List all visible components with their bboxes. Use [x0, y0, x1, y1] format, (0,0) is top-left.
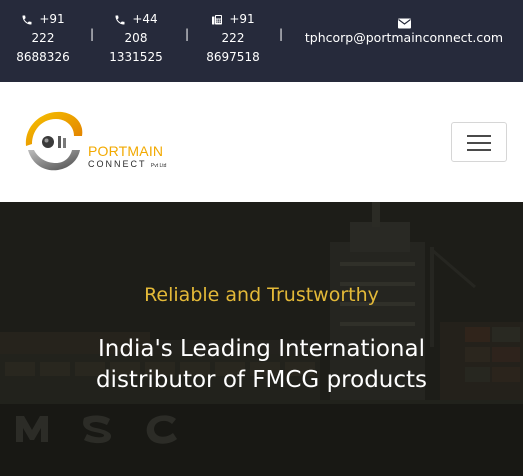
- contact-number: 8688326: [16, 50, 70, 64]
- contact-phone-india[interactable]: +91 222 8688326: [10, 10, 76, 67]
- contact-code: +91: [39, 12, 65, 26]
- logo-subtitle: CONNECT Pvt Ltd: [88, 159, 166, 171]
- top-contact-bar: +91 222 8688326 | +44 208 1331525 | +91 …: [0, 0, 523, 82]
- brand-logo[interactable]: PORTMAIN CONNECT Pvt Ltd: [18, 106, 190, 178]
- phone-icon: [114, 14, 126, 26]
- fax-icon: [211, 14, 223, 26]
- contact-fax[interactable]: +91 222 8697518: [200, 10, 266, 67]
- contact-separator: |: [278, 27, 284, 41]
- hamburger-menu-icon: [467, 135, 491, 137]
- logo-title: PORTMAIN: [88, 143, 164, 159]
- contact-number: 1331525: [109, 50, 163, 64]
- email-address[interactable]: tphcorp@portmainconnect.com: [292, 29, 516, 47]
- phone-icon: [21, 14, 33, 26]
- navbar-toggle-button[interactable]: [451, 122, 507, 162]
- contact-separator: |: [184, 27, 190, 41]
- logo-subtitle-text: CONNECT: [88, 159, 147, 169]
- hero-headline: India's Leading International distributo…: [95, 336, 428, 393]
- contact-email[interactable]: tphcorp@portmainconnect.com: [292, 18, 516, 47]
- hero-banner: Reliable and Trustworthy India's Leading…: [0, 202, 523, 476]
- logo-wordmark: PORTMAIN CONNECT Pvt Ltd: [88, 144, 166, 171]
- logo-suffix: Pvt Ltd: [150, 163, 167, 169]
- contact-separator: |: [89, 27, 95, 41]
- hamburger-menu-icon: [467, 142, 491, 144]
- contact-code: +91: [229, 12, 255, 26]
- contact-area: 222: [31, 31, 55, 45]
- navbar: PORTMAIN CONNECT Pvt Ltd: [0, 82, 523, 202]
- contact-area: 222: [221, 31, 245, 45]
- contact-code: +44: [132, 12, 158, 26]
- contact-phone-uk[interactable]: +44 208 1331525: [103, 10, 169, 67]
- contact-area: 208: [124, 31, 148, 45]
- logo-mark-icon: [25, 111, 83, 171]
- envelope-icon: [397, 18, 411, 29]
- hero-tagline: Reliable and Trustworthy: [144, 284, 379, 306]
- hamburger-menu-icon: [467, 149, 491, 151]
- contact-number: 8697518: [206, 50, 260, 64]
